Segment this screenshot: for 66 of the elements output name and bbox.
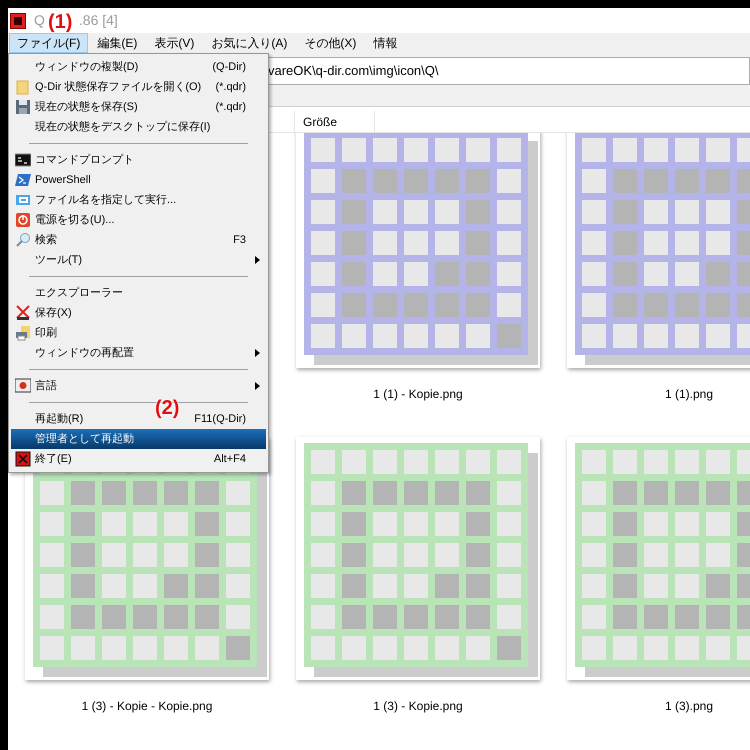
menu-item-label: 保存(X) [35,306,72,321]
menu-item[interactable]: ツール(T) [11,250,266,270]
file-name: 1 (3) - Kopie - Kopie.png [82,698,212,715]
menu-item[interactable]: 保存(X) [11,303,266,323]
window-title: .86 [4] [78,11,118,30]
menu-item[interactable]: PowerShell [11,170,266,190]
window-title: Q [34,11,45,30]
file-name: 1 (1) - Kopie.png [373,386,463,403]
menu-item[interactable]: ファイル名を指定して実行... [11,190,266,210]
cross-icon [15,305,31,321]
menu-item-label: エクスプローラー [35,286,123,301]
menu-item-label: 再起動(R) [35,412,84,427]
menu-item[interactable]: 電源を切る(U)... [11,210,266,230]
menu-item-label: ツール(T) [35,252,82,268]
search-icon [15,232,31,248]
column-header[interactable]: Größe [295,111,375,132]
menu-item-label: ウィンドウの複製(D) [35,60,138,75]
shortcut-text: F11(Q-Dir) [194,412,246,427]
menu-item[interactable]: コマンドプロンプト [11,150,266,170]
menu-item-label: PowerShell [35,172,91,188]
shortcut-text: Alt+F4 [214,452,246,467]
menu-item[interactable]: 現在の状態をデスクトップに保存(I) [11,117,266,137]
menu-item-label: コマンドプロンプト [35,152,134,168]
exit-icon [15,451,31,467]
shortcut-text: (Q-Dir) [212,60,246,75]
menu-item-label: 現在の状態を保存(S) [35,100,138,115]
powershell-icon [15,172,31,188]
menu-item-label: 電源を切る(U)... [35,212,114,228]
menu-item[interactable]: ウィンドウの複製(D) (Q-Dir) [11,57,266,77]
menu-item-label: 終了(E) [35,452,72,467]
menu-item-label: ウィンドウの再配置 [35,346,134,361]
file-name: 1 (3).png [664,698,714,715]
menu-bar-item[interactable]: その他(X) [296,33,364,53]
menu-bar-item[interactable]: 表示(V) [146,33,202,53]
app-icon [10,12,26,28]
menu-bar-item[interactable]: 情報 [365,33,406,53]
menu-item[interactable]: エクスプローラー [11,283,266,303]
file-name: 1 (1).png [664,386,714,403]
menu-item-label: 検索 [35,232,57,248]
menu-bar-item[interactable]: 編集(E) [89,33,146,53]
menu-item[interactable]: 言語 [11,376,266,396]
menu-item-label: 管理者として再起動 [35,432,134,447]
annotation-marker: (2) [155,396,180,421]
menu-item[interactable]: 管理者として再起動 [11,429,266,449]
run-window-icon [15,192,31,208]
flag-icon [15,378,31,394]
menu-item-label: 言語 [35,378,57,394]
menu-item-label: ファイル名を指定して実行... [35,192,176,208]
menu-item[interactable]: 終了(E) Alt+F4 [11,449,266,469]
power-icon [15,212,31,228]
folder-icon [15,79,31,95]
address-text: vareOK\q-dir.com\img\icon\Q\ [268,62,438,80]
menu-item[interactable]: 検索 F3 [11,230,266,250]
file-name: 1 (3) - Kopie.png [373,698,463,715]
menu-item-label: 印刷 [35,326,57,341]
annotation-marker: (1) [48,10,72,35]
menu-item[interactable]: 印刷 [11,323,266,343]
menu-bar-item[interactable]: お気に入り(A) [203,33,296,53]
printer-icon [15,325,31,341]
shortcut-text: F3 [233,232,246,248]
menu-item-label: 現在の状態をデスクトップに保存(I) [35,120,210,135]
shortcut-text: (*.qdr) [215,100,246,115]
menu-bar-item[interactable]: ファイル(F) [9,33,88,53]
menu-item[interactable]: 現在の状態を保存(S) (*.qdr) [11,97,266,117]
menu-item[interactable]: ウィンドウの再配置 [11,343,266,363]
console-icon [15,152,31,168]
